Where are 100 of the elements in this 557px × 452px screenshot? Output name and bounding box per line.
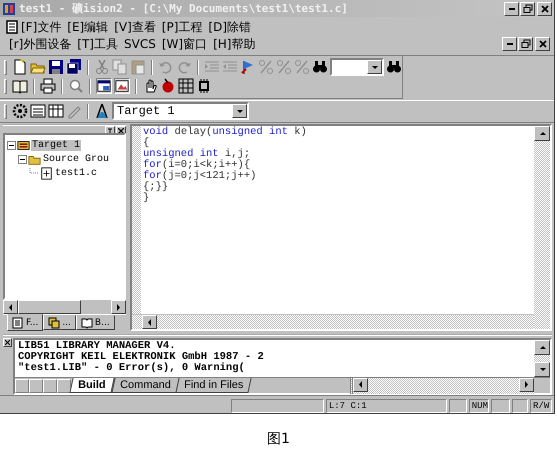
status-panel	[490, 399, 510, 413]
panel-tab[interactable]: F...	[7, 314, 44, 331]
scrollbar[interactable]	[534, 126, 550, 329]
binoculars-icon[interactable]	[312, 59, 328, 75]
list-window-icon[interactable]	[30, 103, 46, 119]
scrollbar[interactable]	[534, 340, 550, 377]
output-tab[interactable]: Build	[69, 378, 114, 393]
chip-icon[interactable]	[196, 78, 212, 94]
code-line: for(j=0;j<121;j++)	[143, 171, 256, 182]
window-icon[interactable]	[96, 78, 112, 94]
minimize-button[interactable]	[504, 2, 519, 16]
minimize-button[interactable]	[502, 37, 517, 51]
menu-item[interactable]: [W]窗口	[158, 36, 210, 52]
table-window-icon[interactable]	[48, 103, 64, 119]
status-panel	[449, 399, 467, 413]
document-icon	[12, 316, 24, 328]
picture-frame-icon[interactable]	[114, 78, 130, 94]
restore-button[interactable]	[518, 37, 533, 51]
menu-item[interactable]: [D]除错	[205, 19, 254, 35]
arrow-icon	[538, 129, 546, 138]
tree-item[interactable]: Source Grou	[42, 154, 110, 164]
menu-item[interactable]: [T]工具	[74, 36, 121, 52]
arrow-icon	[522, 380, 531, 389]
tree-item[interactable]: Target 1	[31, 140, 82, 150]
close-icon	[538, 39, 548, 49]
panel-tab[interactable]: B...	[76, 315, 115, 330]
magnifier-icon[interactable]	[68, 78, 84, 94]
code-line: }	[143, 193, 150, 204]
scroll-left-button[interactable]	[142, 315, 157, 329]
menu-item[interactable]: [F]文件	[18, 19, 64, 35]
scroll-up-button[interactable]	[534, 126, 550, 141]
stacked-squares-icon	[48, 316, 60, 328]
close-button[interactable]	[535, 37, 550, 51]
book-icon[interactable]	[12, 78, 28, 94]
status-panel	[512, 399, 528, 413]
code-editor[interactable]: void delay(unsigned int k) { unsigned int i,j; for(i=0;i<k;i++){ for(j=0;j<121;j++) {;}} }	[141, 126, 534, 314]
printer-icon[interactable]	[40, 78, 56, 94]
close-icon	[5, 340, 10, 345]
grid-icon[interactable]	[178, 78, 194, 94]
expander-icon[interactable]	[7, 140, 16, 150]
window-title: test1 - 礦ision2 - [C:\My Documents\test1\test1.c]	[19, 1, 349, 16]
close-button[interactable]	[537, 2, 552, 16]
clipboard-icon[interactable]	[130, 59, 146, 75]
menu-item[interactable]: [r]外围设备	[6, 36, 74, 52]
menu-item[interactable]: [P]工程	[158, 19, 206, 35]
target-icon	[17, 138, 30, 152]
restore-icon	[520, 39, 530, 49]
output-tab[interactable]: Command	[110, 378, 179, 393]
dropdown-button[interactable]	[232, 104, 247, 118]
read-write-indicator: R/W	[530, 399, 552, 413]
code-line: unsigned int i,j;	[143, 149, 250, 160]
scrollbar[interactable]	[132, 314, 534, 329]
search-dropdown[interactable]	[330, 58, 384, 76]
arrow-icon	[145, 318, 154, 326]
code-line: {;}}	[143, 182, 168, 193]
floppy-icon[interactable]	[48, 59, 64, 75]
code-line: {	[143, 138, 150, 149]
scroll-left-button[interactable]	[353, 378, 368, 392]
stacked-floppy-icon[interactable]	[66, 59, 82, 75]
binoculars-icon[interactable]	[386, 59, 402, 75]
close-icon	[118, 128, 124, 134]
figure-caption: 图1	[267, 431, 290, 447]
gear-icon[interactable]	[12, 103, 28, 119]
menu-item[interactable]: SVCS	[121, 36, 159, 52]
document-icon	[6, 20, 18, 34]
restore-icon	[522, 4, 532, 14]
menu-item[interactable]: [E]编辑	[64, 19, 112, 35]
expander-icon[interactable]	[18, 154, 27, 164]
restore-button[interactable]	[520, 2, 535, 16]
output-tab[interactable]: Find in Files	[176, 378, 252, 393]
tab-navigation-icon[interactable]	[15, 378, 71, 392]
minimize-icon	[508, 8, 514, 10]
close-button[interactable]	[3, 338, 12, 347]
flag-icon[interactable]	[240, 59, 256, 75]
output-line: "test1.LIB" - 0 Error(s), 0 Warning(	[18, 363, 245, 374]
close-icon	[540, 4, 550, 14]
num-lock-indicator: NUM	[468, 399, 489, 413]
compass-icon[interactable]	[94, 103, 110, 119]
menu-item[interactable]: [V]查看	[111, 19, 159, 35]
scrollbar[interactable]	[3, 300, 126, 314]
dropdown-button[interactable]	[367, 60, 382, 74]
code-line: for(i=0;i<k;i++){	[143, 160, 250, 171]
new-file-icon[interactable]	[12, 59, 28, 75]
scroll-right-button[interactable]	[111, 300, 126, 314]
panel-tab[interactable]: ...	[43, 315, 76, 330]
cursor-position: L:7 C:1	[326, 399, 448, 413]
menu-item[interactable]: [H]帮助	[210, 36, 258, 52]
scrollbar[interactable]	[350, 378, 534, 394]
scroll-down-button[interactable]	[534, 362, 550, 377]
ball-icon[interactable]	[160, 78, 176, 94]
scroll-left-button[interactable]	[3, 300, 18, 314]
book-icon	[80, 316, 93, 328]
scroll-right-button[interactable]	[519, 378, 534, 392]
target-dropdown[interactable]: Target 1	[112, 102, 249, 120]
scroll-up-button[interactable]	[534, 340, 550, 355]
app-icon	[2, 2, 16, 16]
tree-item[interactable]: test1.c	[54, 168, 98, 178]
scroll-thumb[interactable]	[18, 300, 81, 314]
caret-icon	[538, 365, 546, 374]
minimize-icon	[506, 43, 512, 45]
